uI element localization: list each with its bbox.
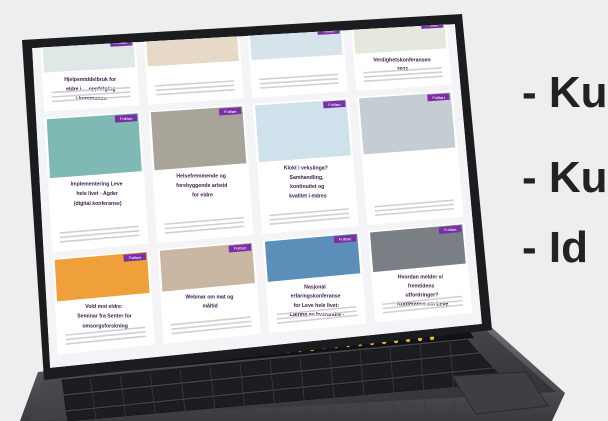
card-title: måltid [202, 303, 217, 310]
status-badge-label: Fullført [129, 255, 142, 260]
event-card[interactable]: Fullført Hvordan melder vi fremtidens utfor… [367, 222, 473, 323]
event-card[interactable]: Fullført Helsefremmende og forebyggende ar… [148, 104, 254, 244]
event-card[interactable] [143, 30, 244, 105]
card-title: kontinuitet og [290, 184, 324, 190]
status-badge-label: Fullført [328, 102, 341, 107]
card-title: Hvordan melder vi [398, 274, 444, 280]
scene: FullførtHjelpemiddelbruk foreldre i ... … [0, 0, 608, 421]
card-title: fremtidens [408, 283, 435, 289]
card-title: Vold mot eldre: [85, 304, 123, 310]
card-title: Klokt i vekslinga? [284, 166, 328, 172]
event-card[interactable]: Fullført Klokt i vekslinga? Samhandling, ko… [252, 97, 359, 235]
event-card[interactable]: Fullført Implementering Leve hele livet - … [44, 111, 149, 253]
card-title: Verdighetskonferansen [373, 58, 430, 64]
bullet-item: - Id [522, 223, 588, 272]
status-badge-label: Fullført [120, 116, 133, 121]
card-title: for Leve hele livet: [294, 303, 340, 309]
event-card[interactable]: Fullført [356, 90, 464, 226]
event-card[interactable]: Fullført Vold mot eldre: Seminar fra Sente… [52, 250, 156, 355]
status-badge-label: Fullført [444, 227, 457, 232]
event-card[interactable]: FullførtHjelpemiddelbruk foreldre i ... … [40, 35, 140, 112]
status-badge-label: Fullført [339, 236, 352, 241]
event-card[interactable]: Fullført [247, 24, 348, 98]
card-image [150, 106, 247, 171]
event-card[interactable]: Fullført Nasjonal erfaringskonferanse for L… [262, 231, 367, 334]
card-title: omsorgsforskning [82, 323, 128, 329]
card-title: Samhandling, [289, 175, 324, 181]
card-image [46, 113, 142, 179]
card-title: hele livet - Agder [76, 191, 118, 197]
card-title: forebyggende arbeid [176, 183, 227, 189]
card-title: Helsefremmende og [176, 174, 226, 180]
card-title: Seminar fra Senter for [77, 314, 132, 320]
event-card[interactable]: FullførtVerdighetskonferansen2021 [350, 18, 452, 91]
card-title: Nasjonal [304, 284, 326, 290]
card-title: kvalitet i eldres [289, 193, 327, 199]
status-badge-label: Fullført [224, 109, 237, 114]
laptop-illustration: FullførtHjelpemiddelbruk foreldre i ... … [20, 14, 565, 421]
card-title: Hjelpemiddelbruk for [64, 77, 116, 83]
event-card[interactable]: Fullført Webinar om mat og måltid [157, 240, 261, 344]
status-badge-label: Fullført [234, 246, 247, 251]
card-image [359, 92, 456, 155]
card-title: erfaringskonferanse [291, 294, 341, 300]
card-title: Webinar om mat og [185, 294, 233, 300]
bullet-item: - Ku [522, 68, 608, 117]
card-title: for eldre [192, 192, 213, 198]
screen: FullførtHjelpemiddelbruk foreldre i ... … [32, 18, 482, 368]
status-badge-label: Fullført [432, 95, 445, 100]
bullet-item: - Ku [522, 153, 608, 202]
card-image [254, 99, 351, 163]
card-title: (digital konferanse) [74, 201, 122, 207]
card-title: utfordringer? [405, 293, 438, 299]
card-title: Implementering Leve [71, 182, 123, 188]
